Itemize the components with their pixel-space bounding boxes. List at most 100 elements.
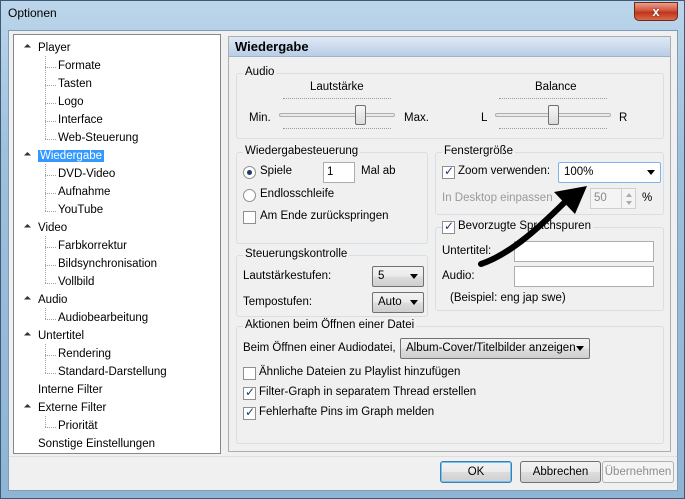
options-window: Optionen x Player Formate Tasten Logo Interf… [0,0,685,499]
panel-title: Wiedergabe [229,37,670,57]
collapse-triangle-icon[interactable] [24,332,33,341]
collapse-triangle-icon[interactable] [24,224,33,233]
volume-thumb[interactable] [354,105,366,125]
fit-desktop-spinner[interactable] [621,188,636,209]
ok-button[interactable]: OK [440,461,512,483]
loop-radio[interactable] [243,189,256,202]
filter-thread-label: Filter-Graph in separatem Thread erstell… [259,386,477,398]
annotation-arrow-icon [478,186,587,267]
zoom-checkbox[interactable] [442,164,455,179]
balance-label: Balance [535,81,577,93]
tree-item[interactable]: Untertitel [38,328,84,345]
tree-item-label: Bildsynchronisation [58,258,158,270]
volume-slider[interactable] [279,98,397,132]
tree-item[interactable]: Video [38,220,67,237]
tree-item[interactable]: Tasten [58,76,92,93]
volume-track [279,113,395,117]
footer-divider [9,456,677,457]
tree-item[interactable]: Priorität [58,418,98,435]
audio-open-value: Album-Cover/Titelbilder anzeigen [406,342,576,354]
volume-min-label: Min. [249,112,271,124]
tree-item-label: Externe Filter [38,402,107,414]
volume-ticks-bottom [283,128,391,132]
tree-item-label: Aufnahme [58,186,111,198]
tree-connector [45,236,46,283]
collapse-triangle-icon[interactable] [24,404,33,413]
tree-item[interactable]: Vollbild [58,274,94,291]
tree-connector [45,416,46,427]
rewind-checkbox-label: Am Ende zurückspringen [260,210,389,222]
speed-steps-label: Tempostufen: [243,296,313,308]
tree-item[interactable]: YouTube [58,202,103,219]
tree-item[interactable]: Aufnahme [58,184,110,201]
tree-item-label: Tasten [58,78,92,90]
repeat-radio[interactable] [243,166,256,179]
tree-item[interactable]: Wiedergabe [38,148,105,165]
broken-pins-checkbox[interactable] [243,405,256,420]
tree-connector [45,164,46,211]
close-icon: x [652,4,660,19]
tree-item-label: Video [38,222,68,234]
tree-item-label: DVD-Video [58,168,116,180]
window-size-title: Fenstergröße [442,145,516,157]
cancel-button[interactable]: Abbrechen [520,461,601,483]
rewind-checkbox[interactable] [243,211,256,224]
tree-item[interactable]: Standard-Darstellung [58,364,167,381]
balance-ticks [499,98,607,102]
speed-steps-select[interactable]: Auto [372,292,424,313]
control-steps-title: Steuerungskontrolle [243,248,350,260]
tree-connector [45,344,46,373]
tree-connector [45,67,56,68]
tree-item[interactable]: Interne Filter [38,382,103,399]
tree-item[interactable]: Interface [58,112,103,129]
tree-connector [45,193,56,194]
chevron-down-icon [410,274,418,279]
tree-item-label: Logo [58,96,84,108]
preferred-tracks-checkbox[interactable] [442,219,455,234]
tree-item[interactable]: Farbkorrektur [58,238,127,255]
tree-item[interactable]: Logo [58,94,84,111]
balance-ticks-bottom [499,128,607,132]
tree-item[interactable]: Sonstige Einstellungen [38,436,155,453]
close-button[interactable]: x [634,2,678,21]
tree-connector [45,175,56,176]
tree-item[interactable]: Formate [58,58,101,75]
tree-item-label: Standard-Darstellung [58,366,167,378]
collapse-triangle-icon[interactable] [24,152,33,161]
language-example: (Beispiel: eng jap swe) [450,292,566,304]
repeat-count-input[interactable]: 1 [323,162,355,183]
tree-connector [45,56,46,139]
tree-item-label: Rendering [58,348,112,360]
tree-connector [45,355,56,356]
tree-item-label: Web-Steuerung [58,132,139,144]
tree-item[interactable]: Audio [38,292,67,309]
filter-thread-checkbox[interactable] [243,385,256,400]
audio-open-select[interactable]: Album-Cover/Titelbilder anzeigen [400,338,590,359]
repeat-radio-label: Spiele [260,165,292,177]
tree-connector [45,247,56,248]
balance-thumb[interactable] [547,105,559,125]
tree-connector [45,211,56,212]
tree-connector [45,319,56,320]
tree-item-label: Vollbild [58,276,95,288]
tree-item-label: YouTube [58,204,104,216]
tree-item[interactable]: DVD-Video [58,166,115,183]
apply-button[interactable]: Übernehmen [602,461,674,483]
tree-item[interactable]: Web-Steuerung [58,130,138,147]
tree-item[interactable]: Externe Filter [38,400,106,417]
collapse-triangle-icon[interactable] [24,44,33,53]
tree-item[interactable]: Rendering [58,346,111,363]
tree-item[interactable]: Bildsynchronisation [58,256,157,273]
volume-ticks [283,98,391,102]
tree-item-label: Untertitel [38,330,85,342]
balance-slider[interactable] [495,98,613,132]
volume-steps-select[interactable]: 5 [372,266,424,287]
volume-max-label: Max. [404,112,429,124]
tree-item[interactable]: Player [38,40,71,57]
collapse-triangle-icon[interactable] [24,296,33,305]
similar-files-checkbox[interactable] [243,367,256,380]
tree-item-label: Audio [38,294,68,306]
balance-left-label: L [481,112,488,124]
tree-connector [45,103,56,104]
tree-item[interactable]: Audiobearbeitung [58,310,148,327]
